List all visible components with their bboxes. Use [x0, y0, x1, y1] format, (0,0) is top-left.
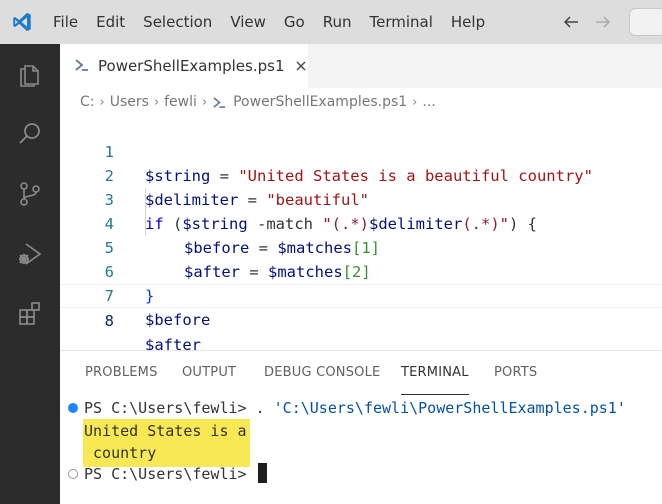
activity-bar [0, 44, 60, 504]
breadcrumb-more[interactable]: ... [422, 94, 435, 110]
powershell-file-icon [74, 57, 90, 76]
close-icon[interactable] [294, 58, 308, 74]
code-line-2: 2 $delimiter = "beautiful" [60, 140, 662, 209]
terminal-output-line-2: country [84, 444, 157, 462]
command-pending-dot-icon[interactable] [68, 469, 78, 479]
line-number: 8 [104, 312, 114, 330]
panel-tabs: PROBLEMS OUTPUT DEBUG CONSOLE TERMINAL P… [60, 351, 662, 395]
code-line-8: 8 $after [60, 284, 662, 354]
command-success-dot-icon[interactable] [68, 403, 78, 413]
terminal-output-line-1: United States is a [84, 422, 247, 440]
title-bar: File Edit Selection View Go Run Terminal… [0, 0, 662, 44]
menu-file[interactable]: File [44, 0, 87, 44]
explorer-icon[interactable] [0, 44, 60, 104]
code-line-1: 1 $string = "United States is a beautifu… [60, 116, 662, 185]
code-line-7: 7 $before [60, 260, 662, 329]
editor-tab-bar: PowerShellExamples.ps1 [60, 44, 662, 88]
menu-view[interactable]: View [221, 0, 275, 44]
powershell-file-icon [212, 96, 227, 109]
chevron-right-icon: › [412, 94, 418, 110]
tab-powershellexamples[interactable]: PowerShellExamples.ps1 [60, 44, 308, 88]
forward-arrow-icon[interactable] [591, 10, 615, 34]
menu-terminal[interactable]: Terminal [361, 0, 442, 44]
tab-terminal[interactable]: TERMINAL [401, 351, 469, 395]
tab-problems[interactable]: PROBLEMS [85, 351, 158, 395]
terminal-line-command: PS C:\Users\fewli> . 'C:\Users\fewli\Pow… [84, 399, 626, 417]
tab-label: PowerShellExamples.ps1 [98, 57, 285, 75]
terminal-cursor [257, 463, 267, 483]
tab-debug-console[interactable]: DEBUG CONSOLE [264, 351, 380, 395]
code-editor[interactable]: 1 $string = "United States is a beautifu… [60, 116, 662, 354]
menu-go[interactable]: Go [275, 0, 314, 44]
tab-ports[interactable]: PORTS [494, 351, 537, 395]
extensions-icon[interactable] [0, 284, 60, 344]
chevron-right-icon: › [201, 94, 208, 110]
breadcrumb-user[interactable]: fewli [164, 94, 197, 110]
code-line-6: 6 } [60, 236, 662, 305]
navigation-controls [559, 0, 615, 44]
run-and-debug-icon[interactable] [0, 224, 60, 284]
menu-bar: File Edit Selection View Go Run Terminal… [44, 0, 494, 44]
menu-help[interactable]: Help [442, 0, 494, 44]
source-control-icon[interactable] [0, 164, 60, 224]
menu-selection[interactable]: Selection [134, 0, 221, 44]
vscode-logo-icon [0, 0, 44, 44]
breadcrumb-file[interactable]: PowerShellExamples.ps1 [233, 94, 407, 110]
code-line-4: 4 $before = $matches[1] [60, 188, 662, 257]
chevron-right-icon: › [99, 94, 105, 110]
bottom-panel: PROBLEMS OUTPUT DEBUG CONSOLE TERMINAL P… [60, 350, 662, 504]
search-icon[interactable] [0, 104, 60, 164]
breadcrumb-drive[interactable]: C: [80, 94, 95, 110]
breadcrumb: C: › Users › fewli › PowerShellExamples.… [60, 88, 662, 116]
menu-edit[interactable]: Edit [87, 0, 134, 44]
chevron-right-icon: › [153, 94, 160, 110]
menu-run[interactable]: Run [314, 0, 361, 44]
command-center-search[interactable] [629, 8, 662, 36]
code-line-3: 3 if ($string -match "(.*)$delimiter(.*)… [60, 164, 662, 233]
tab-output[interactable]: OUTPUT [182, 351, 236, 395]
terminal[interactable]: PS C:\Users\fewli> . 'C:\Users\fewli\Pow… [60, 395, 662, 504]
back-arrow-icon[interactable] [559, 10, 583, 34]
breadcrumb-users[interactable]: Users [110, 94, 149, 110]
code-line-5: 5 $after = $matches[2] [60, 212, 662, 281]
terminal-line-prompt: PS C:\Users\fewli> [84, 463, 267, 485]
